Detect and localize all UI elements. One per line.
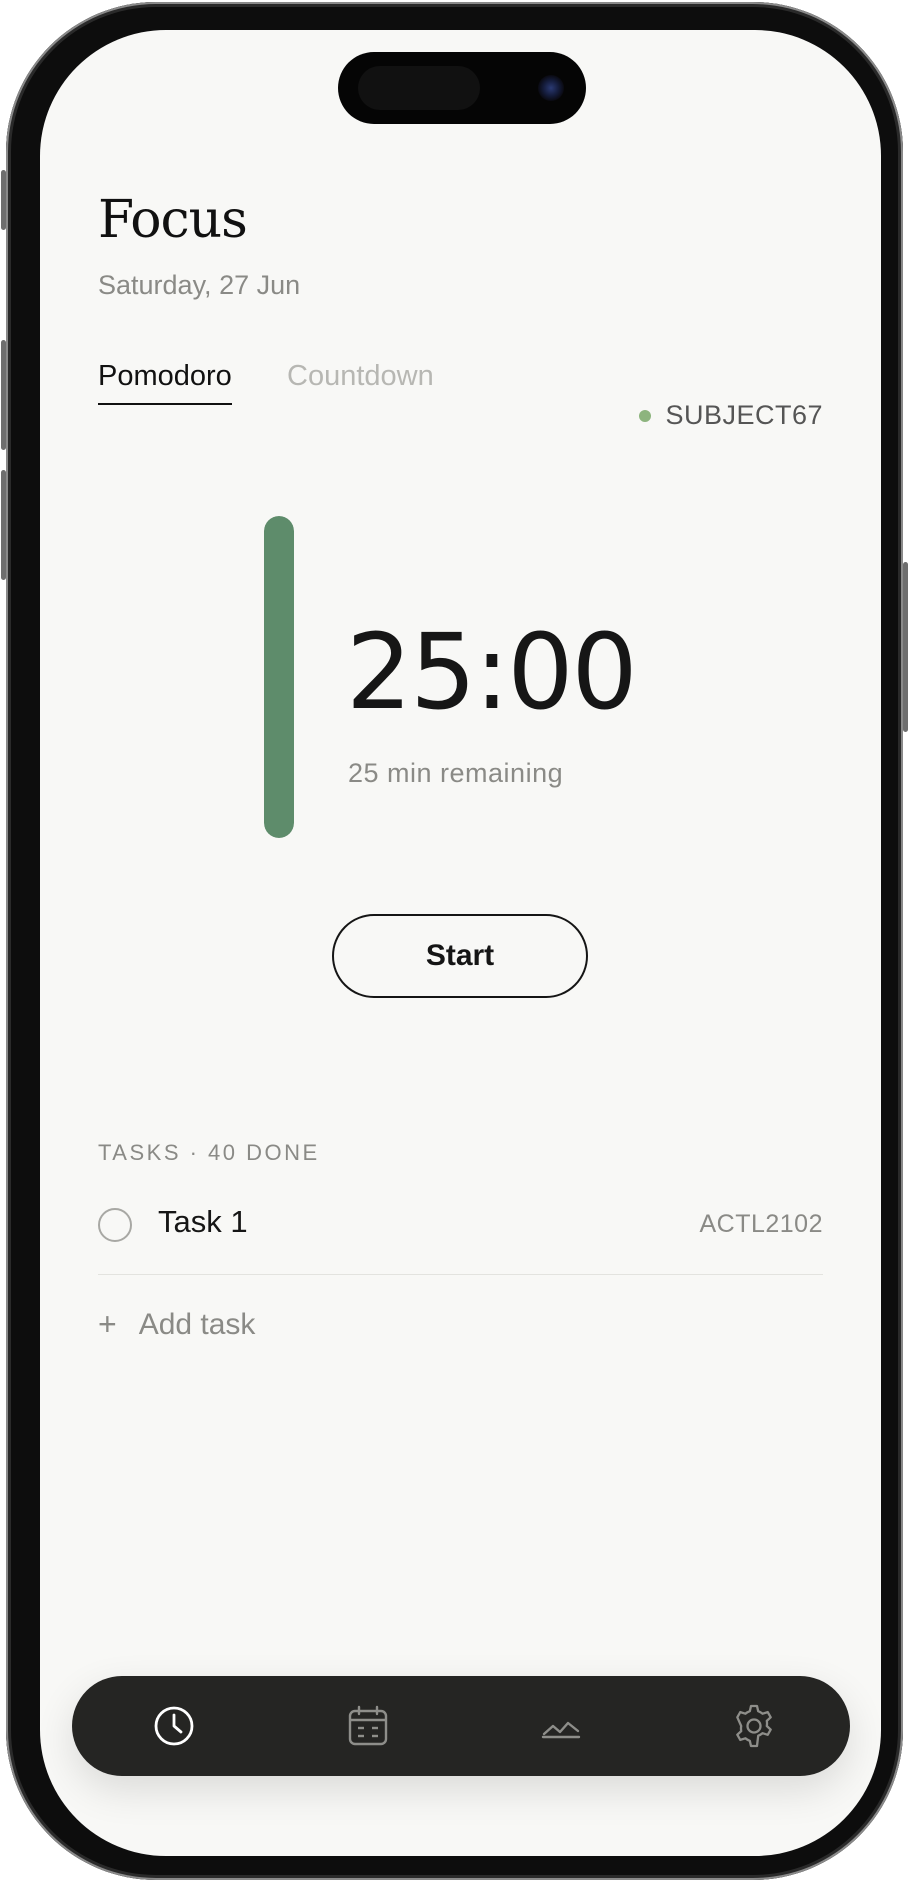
subject-color-dot (639, 409, 652, 422)
plus-icon: + (98, 1306, 117, 1342)
nav-item-stats[interactable] (535, 1700, 587, 1752)
phone-frame: Focus Saturday, 27 Jun Pomodoro Countdow… (1, 2, 908, 1880)
stats-chart-icon (541, 1721, 581, 1739)
sensor-area (358, 66, 480, 110)
date-label: Saturday, 27 Jun (98, 270, 301, 300)
volume-up-button (1, 340, 6, 450)
nav-item-calendar[interactable] (342, 1700, 394, 1752)
timer-display: 25:00 (346, 611, 638, 733)
task-row[interactable]: Task 1 ACTL2102 (98, 1198, 823, 1275)
tab-pomodoro[interactable]: Pomodoro (98, 360, 232, 405)
page-title: Focus (98, 190, 248, 250)
add-task-button[interactable]: + Add task (98, 1306, 255, 1343)
tab-countdown[interactable]: Countdown (287, 360, 434, 403)
app-screen: Focus Saturday, 27 Jun Pomodoro Countdow… (40, 30, 881, 1856)
task-name: Task 1 (158, 1204, 248, 1239)
gear-icon (736, 1704, 772, 1748)
start-button[interactable]: Start (332, 914, 588, 998)
bottom-nav (72, 1676, 850, 1776)
nav-item-settings[interactable] (728, 1700, 780, 1752)
action-button (1, 170, 6, 230)
tasks-heading: TASKS · 40 DONE (98, 1140, 320, 1165)
progress-bar-fill (264, 516, 294, 838)
task-checkbox[interactable] (98, 1208, 132, 1242)
subject-selector[interactable]: SUBJECT67 (639, 400, 823, 431)
nav-item-timer[interactable] (148, 1700, 200, 1752)
power-button (903, 562, 908, 732)
camera-lens (538, 75, 564, 101)
add-task-label: Add task (138, 1307, 256, 1341)
calendar-icon (348, 1705, 388, 1746)
clock-icon (154, 1706, 194, 1746)
dynamic-island (338, 52, 586, 124)
time-remaining-label: 25 min remaining (348, 758, 564, 788)
volume-down-button (1, 470, 6, 580)
progress-bar-track (264, 516, 294, 838)
subject-label: SUBJECT67 (665, 400, 823, 430)
task-subject-code: ACTL2102 (699, 1210, 823, 1238)
